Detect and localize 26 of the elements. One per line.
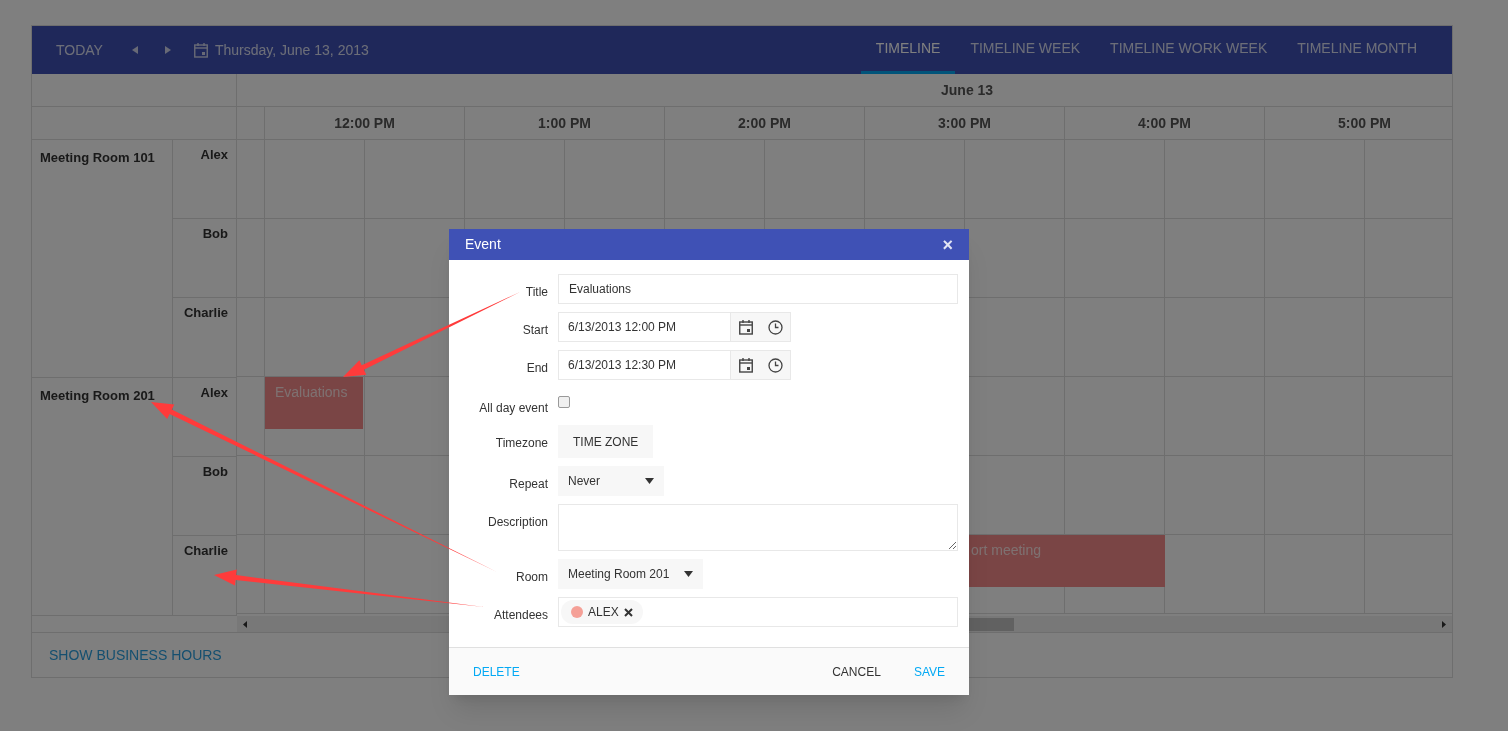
attendee-label: Bob	[202, 225, 228, 243]
time-header: 2:00 PM	[738, 113, 791, 133]
field-label: Start	[521, 322, 548, 339]
field-label: Title	[524, 284, 548, 301]
field-label: End	[525, 360, 548, 377]
chip-label: ALEX	[588, 604, 619, 621]
attendee-label: Bob	[202, 463, 228, 481]
attendee-label: Charlie	[183, 304, 228, 322]
attendee-label: Alex	[200, 384, 228, 402]
attendee-label: Alex	[200, 146, 228, 164]
dialog-title: Event	[465, 235, 501, 254]
time-header: 5:00 PM	[1338, 113, 1391, 133]
field-label: Attendees	[492, 607, 548, 624]
field-label: Room	[515, 569, 548, 586]
time-header: 3:00 PM	[938, 113, 991, 133]
room-label: Meeting Room 201	[40, 388, 155, 403]
date-header: June 13	[941, 80, 994, 100]
field-label: Description	[486, 514, 548, 531]
field-label: Timezone	[494, 435, 548, 452]
time-header: 4:00 PM	[1138, 113, 1191, 133]
time-header: 1:00 PM	[538, 113, 591, 133]
room-label: Meeting Room 101	[40, 150, 155, 165]
time-header: 12:00 PM	[334, 113, 395, 133]
field-label: All day event	[478, 400, 548, 417]
attendee-label: Charlie	[183, 542, 228, 560]
field-label: Repeat	[508, 476, 548, 493]
